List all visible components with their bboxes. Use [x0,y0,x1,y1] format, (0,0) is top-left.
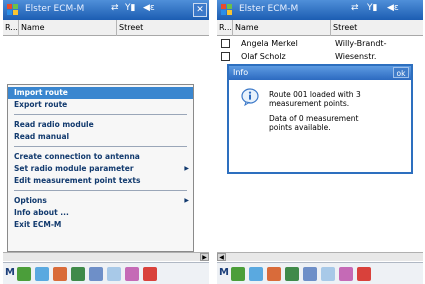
speaker-icon[interactable]: ◀ε [143,3,155,13]
menu-separator [14,114,187,115]
chart-icon[interactable] [321,267,335,281]
info-dialog: Info ok Route 001 loaded with 3 measurem… [227,64,413,174]
row-name: Angela Merkel [241,39,298,48]
row-street: Willy-Brandt- [335,39,387,48]
dialog-title-bar: Info ok [229,66,411,80]
dialog-message-line: Route 001 loaded with 3 [269,90,361,99]
info-speech-icon [241,88,259,106]
right-screen: Elster ECM-M ⇄ Y▮ ◀ε R... Name Street An… [217,0,423,284]
menu-item-read-radio-module[interactable]: Read radio module [8,119,193,131]
dialog-message-line: points available. [269,123,331,132]
row-checkbox[interactable] [221,52,230,61]
table-row[interactable]: Angela Merkel Willy-Brandt- [217,38,423,50]
dialog-message-line: Data of 0 measurement [269,114,359,123]
meter-icon[interactable] [249,267,263,281]
column-r[interactable]: R... [217,20,233,36]
list-icon[interactable] [125,267,139,281]
menu-item-exit[interactable]: Exit ECM-M [8,219,193,231]
menu-softkey[interactable]: M [219,267,229,278]
title-bar: Elster ECM-M ⇄ Y▮ ◀ε [217,0,423,20]
taskbar: M [3,262,209,284]
connectivity-icon[interactable]: ⇄ [111,3,119,13]
row-name: Olaf Scholz [241,52,286,61]
ok-button[interactable]: ok [393,67,409,78]
horizontal-scrollbar[interactable]: ◀ [217,252,423,261]
tool-icon[interactable] [143,267,157,281]
horizontal-scrollbar[interactable]: ▶ [3,252,209,261]
menu-item-set-radio-parameter[interactable]: Set radio module parameter ▶ [8,163,193,175]
submenu-arrow-icon: ▶ [184,165,189,172]
windows-flag-icon[interactable] [7,4,19,16]
menu-separator [14,190,187,191]
title-bar: Elster ECM-M ⇄ Y▮ ◀ε ✕ [3,0,209,20]
menu-item-label: Options [14,196,47,205]
menu-item-edit-texts[interactable]: Edit measurement point texts [8,175,193,187]
route-icon[interactable] [17,267,31,281]
scroll-left-icon[interactable]: ◀ [217,253,226,261]
dialog-title: Info [233,68,249,77]
column-header: R... Name Street [3,20,209,36]
close-icon[interactable]: ✕ [193,3,207,17]
app-title: Elster ECM-M [25,4,85,14]
device-icon[interactable] [89,267,103,281]
app-title: Elster ECM-M [239,4,299,14]
left-screen: Elster ECM-M ⇄ Y▮ ◀ε ✕ R... Name Street … [3,0,209,284]
menu-item-label: Set radio module parameter [14,164,134,173]
meter-icon[interactable] [35,267,49,281]
antenna-icon[interactable] [267,267,281,281]
connectivity-icon[interactable]: ⇄ [351,3,359,13]
menu-item-export-route[interactable]: Export route [8,99,193,111]
windows-flag-icon[interactable] [221,4,233,16]
menu-separator [14,146,187,147]
dialog-message-line: measurement points. [269,99,350,108]
context-menu: Import route Export route Read radio mod… [7,84,194,252]
signal-icon[interactable]: Y▮ [367,3,377,13]
column-street[interactable]: Street [117,20,209,36]
row-street: Wiesenstr. [335,52,377,61]
tool-icon[interactable] [357,267,371,281]
column-street[interactable]: Street [331,20,423,36]
menu-item-read-manual[interactable]: Read manual [8,131,193,143]
row-checkbox[interactable] [221,39,230,48]
column-header: R... Name Street [217,20,423,36]
walk-icon[interactable] [285,267,299,281]
antenna-icon[interactable] [53,267,67,281]
column-name[interactable]: Name [19,20,117,36]
column-name[interactable]: Name [233,20,331,36]
menu-item-options[interactable]: Options ▶ [8,195,193,207]
taskbar: M [217,262,423,284]
menu-item-import-route[interactable]: Import route [8,87,193,99]
table-row[interactable]: Olaf Scholz Wiesenstr. [217,51,423,63]
menu-item-create-connection[interactable]: Create connection to antenna [8,151,193,163]
column-r[interactable]: R... [3,20,19,36]
list-icon[interactable] [339,267,353,281]
submenu-arrow-icon: ▶ [184,197,189,204]
chart-icon[interactable] [107,267,121,281]
device-icon[interactable] [303,267,317,281]
walk-icon[interactable] [71,267,85,281]
signal-icon[interactable]: Y▮ [125,3,135,13]
menu-softkey[interactable]: M [5,267,15,278]
scroll-right-icon[interactable]: ▶ [200,253,209,261]
menu-item-info-about[interactable]: Info about ... [8,207,193,219]
speaker-icon[interactable]: ◀ε [387,3,399,13]
route-icon[interactable] [231,267,245,281]
